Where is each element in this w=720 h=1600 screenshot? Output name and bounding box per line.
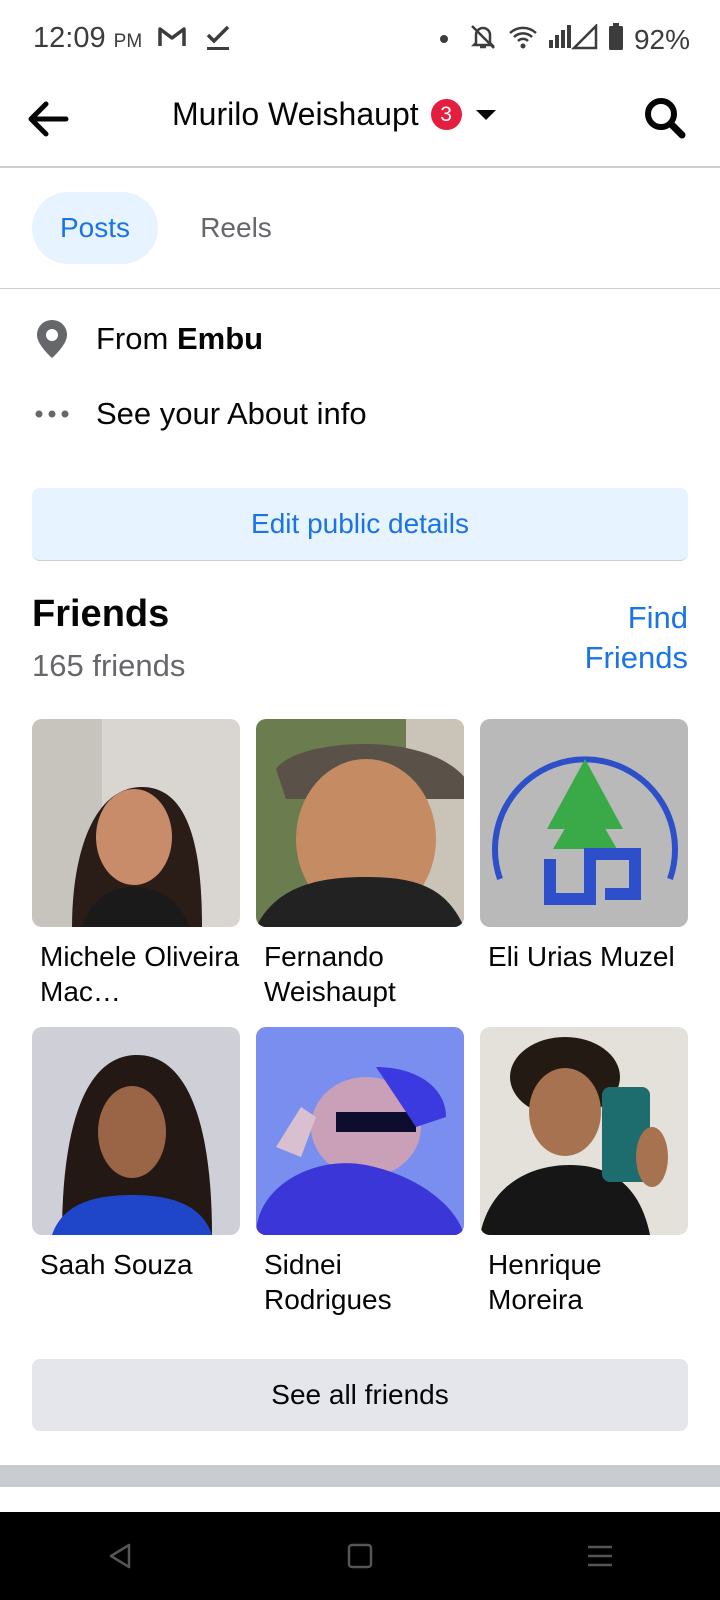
friends-title: Friends [32, 593, 170, 635]
notification-icons [157, 24, 231, 57]
page-title: Murilo Weishaupt [172, 96, 419, 132]
friend-photo [256, 719, 464, 927]
friend-photo [256, 1027, 464, 1235]
find-friends-link[interactable]: Find Friends [528, 598, 688, 678]
friend-photo [32, 1027, 240, 1235]
tab-reels[interactable]: Reels [180, 192, 292, 264]
friend-card[interactable]: Michele Oliveira Mac… [32, 719, 240, 1009]
notification-badge: 3 [430, 99, 462, 130]
friend-card[interactable]: Fernando Weishaupt [256, 719, 464, 1009]
back-button[interactable] [24, 94, 74, 144]
friend-card[interactable]: Saah Souza [32, 1027, 240, 1282]
signal-icon [548, 22, 598, 55]
section-divider [0, 1465, 720, 1487]
edit-public-details-button[interactable]: Edit public details [32, 488, 688, 561]
friend-card[interactable]: Henrique Moreira [480, 1027, 688, 1317]
triangle-back-icon [109, 1543, 131, 1569]
friends-count: 165 friends [32, 648, 186, 683]
about-info-link: See your About info [96, 396, 367, 431]
friend-photo [480, 1027, 688, 1235]
nav-back-button[interactable] [90, 1536, 150, 1576]
about-from-text: From Embu [96, 321, 263, 357]
wifi-icon [508, 24, 538, 55]
see-all-friends-button[interactable]: See all friends [32, 1359, 688, 1431]
back-arrow-icon [28, 101, 69, 137]
location-pin-icon [32, 318, 72, 360]
profile-tabs: Posts Reels [0, 166, 720, 289]
dot-icon [436, 31, 458, 49]
app-header: Murilo Weishaupt 3 [0, 80, 720, 168]
search-icon [645, 98, 686, 139]
friend-card[interactable]: Eli Urias Muzel [480, 719, 688, 974]
friend-name: Saah Souza [40, 1249, 193, 1280]
status-time-value: 12:09 [33, 22, 106, 54]
tab-posts[interactable]: Posts [32, 192, 158, 264]
from-prefix: From [96, 321, 169, 356]
check-icon [205, 24, 231, 57]
profile-switcher[interactable]: Murilo Weishaupt 3 [172, 96, 498, 133]
friend-name: Henrique Moreira [488, 1249, 602, 1315]
gmail-icon [157, 24, 187, 57]
battery-percent: 92% [633, 23, 690, 55]
square-home-icon [347, 1543, 373, 1569]
menu-lines-icon [588, 1545, 612, 1567]
about-from-row: From Embu [32, 318, 263, 360]
status-time-ampm: PM [113, 31, 143, 52]
friend-name: Sidnei Rodrigues [264, 1249, 392, 1315]
search-button[interactable] [640, 94, 690, 144]
friend-name: Michele Oliveira Mac… [40, 941, 240, 1007]
status-bar: 12:09 PM 92% [0, 0, 720, 80]
battery-icon [608, 23, 624, 56]
friend-photo [32, 719, 240, 927]
nav-home-button[interactable] [330, 1536, 390, 1576]
status-time: 12:09 PM [33, 22, 142, 55]
about-info-row[interactable]: See your About info [32, 396, 367, 432]
nav-menu-button[interactable] [570, 1536, 630, 1576]
friend-photo [480, 719, 688, 927]
status-right: 92% [436, 22, 690, 57]
from-place: Embu [176, 321, 264, 356]
friend-name: Fernando Weishaupt [264, 941, 396, 1007]
bell-off-icon [468, 22, 498, 57]
friend-name: Eli Urias Muzel [488, 941, 675, 972]
system-nav-bar [0, 1512, 720, 1600]
caret-down-icon [475, 109, 496, 120]
more-dots-icon [32, 409, 72, 419]
friend-card[interactable]: Sidnei Rodrigues [256, 1027, 464, 1317]
